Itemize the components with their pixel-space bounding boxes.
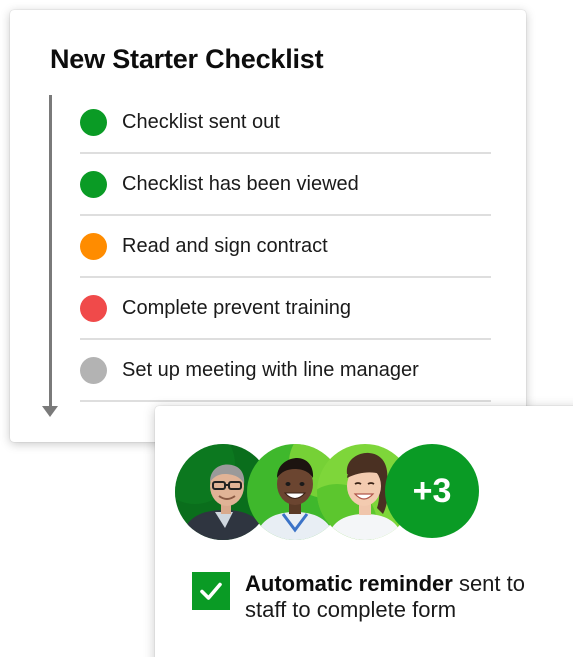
checklist-item-line-manager[interactable]: Set up meeting with line manager [80,340,491,402]
checklist-item-label: Complete prevent training [122,296,352,319]
checklist-item-label: Checklist sent out [122,110,280,133]
checkmark-icon [192,572,230,610]
checklist-item-contract[interactable]: Read and sign contract [80,216,491,278]
checklist-item-viewed[interactable]: Checklist has been viewed [80,154,491,216]
status-dot-icon [80,108,107,136]
timeline-line [49,95,52,411]
more-members-badge[interactable]: +3 [385,444,479,538]
checklist-item-prevent-training[interactable]: Complete prevent training [80,278,491,340]
checklist-item-label: Read and sign contract [122,234,328,257]
checklist: Checklist sent out Checklist has been vi… [80,92,491,402]
timeline-arrow-icon [42,406,58,417]
page: New Starter Checklist Checklist sent out… [0,0,573,657]
avatar-group: +3 [175,444,495,540]
checklist-card: New Starter Checklist Checklist sent out… [10,10,526,442]
status-dot-icon [80,294,107,322]
checklist-item-label: Set up meeting with line manager [122,358,419,381]
reminder-message-bold: Automatic reminder [245,571,453,596]
checklist-item-sent-out[interactable]: Checklist sent out [80,92,491,154]
status-dot-icon [80,232,107,260]
reminder-card: +3 Automatic reminder sent to staff to c… [155,406,573,657]
checklist-item-label: Checklist has been viewed [122,172,359,195]
status-dot-icon [80,170,107,198]
reminder-message: Automatic reminder sent to staff to comp… [245,571,565,623]
checklist-title: New Starter Checklist [50,44,324,74]
status-dot-icon [80,356,107,384]
